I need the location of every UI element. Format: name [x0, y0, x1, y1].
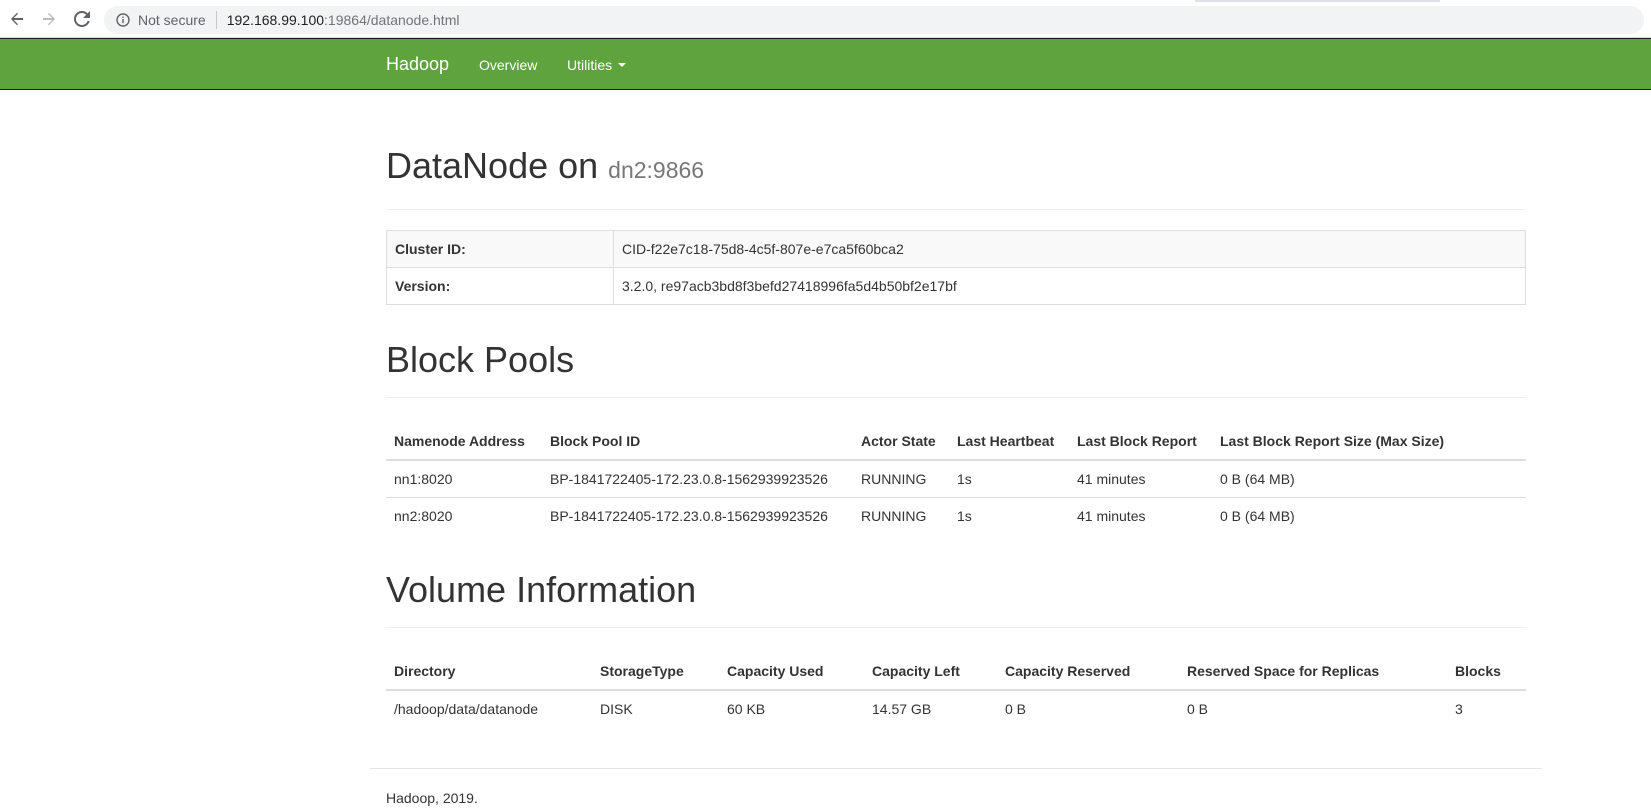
volume-information-heading: Volume Information [386, 570, 1526, 628]
col-directory: Directory [386, 653, 592, 691]
last-block-report-size: 0 B (64 MB) [1220, 470, 1295, 487]
col-namenode-address: Namenode Address [386, 423, 542, 461]
back-icon[interactable] [5, 7, 29, 31]
col-capacity-left: Capacity Left [864, 653, 997, 691]
version-value: 3.2.0, re97acb3bd8f3befd27418996fa5d4b50… [613, 267, 1526, 305]
address-bar[interactable]: Not secure 192.168.99.100:19864/datanode… [104, 6, 1644, 34]
actor-state: RUNNING [861, 470, 927, 487]
col-storage-type: StorageType [592, 653, 719, 691]
col-reserved-space-replicas: Reserved Space for Replicas [1179, 653, 1447, 691]
last-block-report: 41 minutes [1077, 470, 1146, 487]
url-path: :19864/datanode.html [324, 12, 460, 28]
table-row: nn1:8020 BP-1841722405-172.23.0.8-156293… [386, 460, 1526, 497]
block-pools-table: Namenode Address Block Pool ID Actor Sta… [386, 423, 1526, 534]
namenode-address: nn1:8020 [394, 470, 453, 487]
namenode-address: nn2:8020 [386, 496, 542, 534]
forward-icon[interactable] [37, 7, 61, 31]
blocks: 3 [1455, 701, 1463, 717]
page-title-text: DataNode on [386, 145, 599, 186]
browser-toolbar: Not secure 192.168.99.100:19864/datanode… [0, 0, 1651, 38]
last-heartbeat: 1s [957, 470, 972, 487]
nav-utilities-label: Utilities [567, 57, 613, 73]
block-pool-id: BP-1841722405-172.23.0.8-1562939923526 [542, 496, 853, 534]
tab-strip-edge [1195, 0, 1440, 2]
reload-icon[interactable] [70, 7, 94, 31]
reserved-space-replicas: 0 B [1187, 701, 1209, 717]
capacity-left: 14.57 GB [872, 701, 932, 717]
page-header: DataNode on dn2:9866 [386, 146, 1526, 210]
last-block-report-size: 0 B (64 MB) [1212, 496, 1526, 534]
volume-information-table: Directory StorageType Capacity Used Capa… [386, 653, 1526, 727]
table-row: /hadoop/data/datanode DISK 60 KB 14.57 G… [386, 690, 1526, 727]
cluster-id-label: Cluster ID: [386, 230, 614, 268]
block-pool-id: BP-1841722405-172.23.0.8-1562939923526 [550, 470, 828, 487]
last-heartbeat: 1s [949, 496, 1069, 534]
col-block-pool-id: Block Pool ID [542, 423, 853, 461]
col-last-heartbeat: Last Heartbeat [949, 423, 1069, 461]
table-row: Version: 3.2.0, re97acb3bd8f3befd2741899… [386, 267, 1526, 305]
table-header-row: Namenode Address Block Pool ID Actor Sta… [386, 423, 1526, 461]
security-label[interactable]: Not secure [138, 12, 206, 28]
last-block-report: 41 minutes [1069, 496, 1212, 534]
nav-overview[interactable]: Overview [479, 57, 537, 73]
cluster-id-value: CID-f22e7c18-75d8-4c5f-807e-e7ca5f60bca2 [613, 230, 1526, 268]
version-label: Version: [386, 267, 614, 305]
col-capacity-used: Capacity Used [719, 653, 864, 691]
footer-divider [370, 768, 1542, 769]
col-last-block-report-size: Last Block Report Size (Max Size) [1212, 423, 1526, 461]
col-actor-state: Actor State [853, 423, 949, 461]
navbar-brand[interactable]: Hadoop [386, 54, 449, 75]
datanode-host: dn2:9866 [608, 157, 705, 183]
url-host: 192.168.99.100 [226, 12, 325, 28]
page-title: DataNode on dn2:9866 [386, 146, 1526, 190]
table-row: nn2:8020 BP-1841722405-172.23.0.8-156293… [386, 496, 1526, 534]
capacity-reserved: 0 B [1005, 701, 1027, 717]
caret-down-icon [618, 63, 627, 67]
omnibox-divider [215, 11, 217, 29]
col-blocks: Blocks [1447, 653, 1526, 691]
col-last-block-report: Last Block Report [1069, 423, 1212, 461]
nav-utilities-dropdown[interactable]: Utilities [567, 57, 627, 73]
storage-type: DISK [600, 701, 633, 717]
footer: Hadoop, 2019. [386, 790, 478, 806]
info-icon[interactable] [116, 13, 130, 27]
hadoop-navbar: Hadoop Overview Utilities [0, 38, 1651, 90]
table-header-row: Directory StorageType Capacity Used Capa… [386, 653, 1526, 691]
datanode-info-table: Cluster ID: CID-f22e7c18-75d8-4c5f-807e-… [386, 230, 1526, 305]
table-row: Cluster ID: CID-f22e7c18-75d8-4c5f-807e-… [386, 230, 1526, 268]
actor-state: RUNNING [853, 496, 949, 534]
directory: /hadoop/data/datanode [394, 701, 539, 717]
col-capacity-reserved: Capacity Reserved [997, 653, 1179, 691]
block-pools-heading: Block Pools [386, 340, 1526, 398]
capacity-used: 60 KB [727, 701, 766, 717]
